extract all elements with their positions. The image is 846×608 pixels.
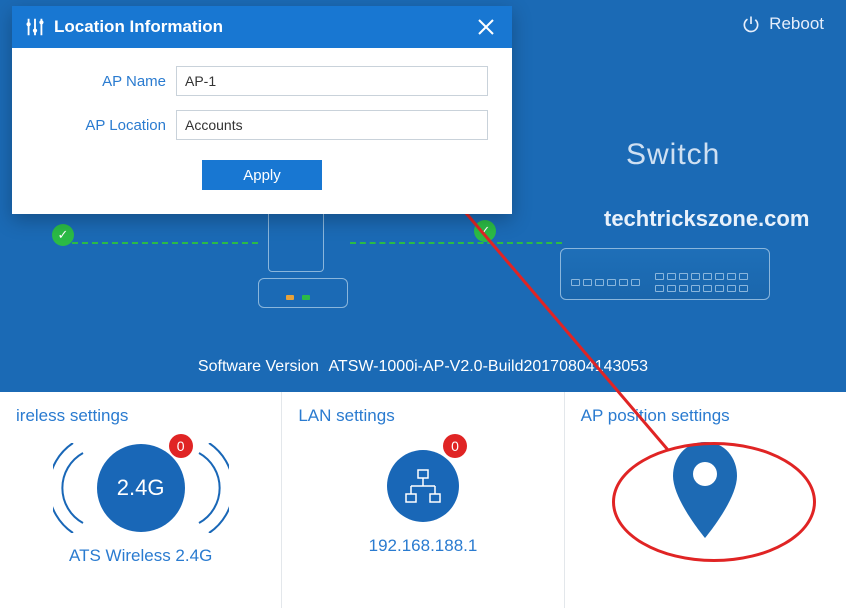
panel-lan[interactable]: LAN settings 0 192.168.188.1 (282, 392, 564, 608)
link-status-icon: ✓ (474, 220, 496, 242)
wireless-value: ATS Wireless 2.4G (16, 546, 265, 566)
switch-label: Switch (626, 138, 720, 172)
network-icon (403, 466, 443, 506)
modal-header: Location Information (12, 6, 512, 48)
power-icon (741, 14, 761, 34)
watermark-text: techtrickszone.com (604, 206, 809, 232)
ap-name-input[interactable] (176, 66, 488, 96)
location-info-modal: Location Information AP Name AP Location… (12, 6, 512, 214)
lan-badge: 0 (443, 434, 467, 458)
software-version: Software Version ATSW-1000i-AP-V2.0-Buil… (0, 358, 846, 376)
signal-arc-icon (189, 443, 229, 533)
modal-body: AP Name AP Location Apply (12, 48, 512, 214)
ap-name-label: AP Name (36, 73, 176, 90)
ap-location-label: AP Location (36, 117, 176, 134)
panel-ap-position[interactable]: AP position settings (565, 392, 846, 608)
lan-icon (387, 450, 459, 522)
link-status-icon: ✓ (52, 224, 74, 246)
reboot-button[interactable]: Reboot (741, 14, 824, 34)
wireless-band-text: 2.4G (117, 475, 165, 501)
location-pin-icon (665, 438, 745, 542)
reboot-label: Reboot (769, 14, 824, 34)
software-version-value: ATSW-1000i-AP-V2.0-Build20170804143053 (328, 358, 648, 375)
link-line-left (72, 242, 258, 244)
panel-title: AP position settings (581, 406, 830, 426)
panel-title: ireless settings (16, 406, 265, 426)
apply-button[interactable]: Apply (202, 160, 322, 190)
bottom-panels: ireless settings 2.4G 0 ATS Wireless 2.4… (0, 392, 846, 608)
close-icon (477, 18, 495, 36)
link-line-right (350, 242, 562, 244)
ap-location-input[interactable] (176, 110, 488, 140)
panel-title: LAN settings (298, 406, 547, 426)
wireless-icon: 2.4G (97, 444, 185, 532)
lan-value: 192.168.188.1 (298, 536, 547, 556)
wireless-badge: 0 (169, 434, 193, 458)
panel-wireless[interactable]: ireless settings 2.4G 0 ATS Wireless 2.4… (0, 392, 282, 608)
sliders-icon (24, 16, 46, 38)
modal-close-button[interactable] (472, 13, 500, 41)
signal-arc-icon (53, 443, 93, 533)
modal-title: Location Information (54, 17, 223, 37)
switch-device-icon (560, 248, 770, 300)
software-version-label: Software Version (198, 358, 319, 375)
